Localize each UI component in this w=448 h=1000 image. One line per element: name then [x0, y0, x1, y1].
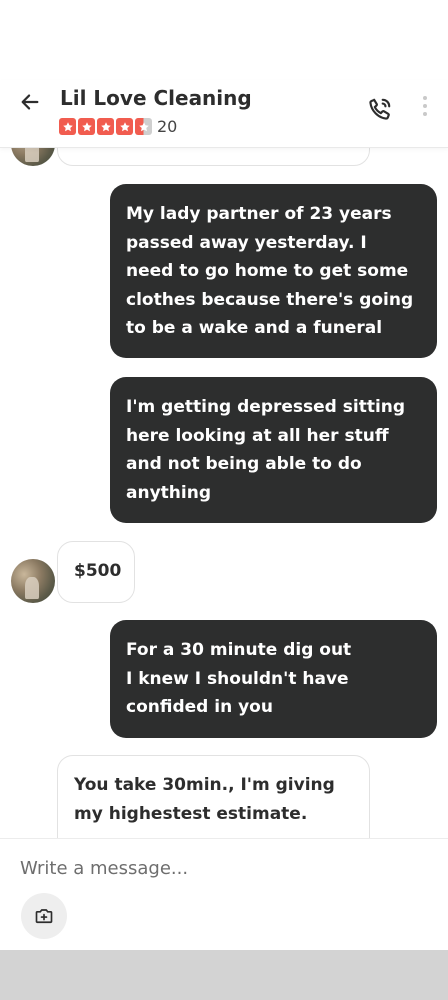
message-line: passed away yesterday. I [126, 232, 367, 253]
business-avatar[interactable] [11, 559, 55, 603]
star-icon [97, 118, 114, 135]
review-count[interactable]: 20 [157, 117, 177, 136]
more-vertical-icon [423, 96, 427, 100]
arrow-left-icon [21, 94, 39, 110]
message-composer [0, 838, 448, 950]
message-line: clothes because there's going [126, 289, 414, 310]
message-line: confided in you [126, 697, 273, 717]
incoming-message-bubble: $500 [57, 541, 135, 603]
incoming-message-bubble: You take 30min., I'm giving my highestes… [57, 755, 370, 838]
outgoing-message-bubble: I'm getting depressed sitting here looki… [110, 377, 437, 523]
back-button[interactable] [16, 88, 44, 116]
message-line: anything [126, 482, 211, 503]
chat-header: Lil Love Cleaning 20 [0, 80, 448, 148]
outgoing-message-bubble: For a 30 minute dig out I knew I shouldn… [110, 620, 437, 738]
message-line: I knew I shouldn't have [126, 668, 349, 689]
business-name[interactable]: Lil Love Cleaning [60, 86, 252, 110]
star-icon [116, 118, 133, 135]
message-line: For a 30 minute dig out [126, 640, 352, 660]
phone-call-icon [369, 98, 391, 120]
star-rating: 20 [59, 117, 177, 136]
incoming-message-bubble [57, 148, 370, 166]
business-avatar[interactable] [11, 148, 55, 166]
message-list[interactable]: My lady partner of 23 years passed away … [0, 148, 448, 838]
status-area [0, 0, 448, 80]
message-input[interactable] [20, 853, 420, 883]
call-button[interactable] [366, 95, 394, 123]
message-line: here looking at all her stuff [126, 425, 389, 446]
more-options-button[interactable] [418, 94, 432, 118]
half-star-icon [135, 118, 152, 135]
add-photo-button[interactable] [21, 893, 67, 939]
message-line: my highestest estimate. [74, 803, 308, 824]
system-navigation-bar [0, 950, 448, 1000]
message-line: I'm getting depressed sitting [126, 397, 406, 417]
message-line: and not being able to do [126, 454, 362, 474]
message-line: need to go home to get some [126, 261, 409, 281]
outgoing-message-bubble: My lady partner of 23 years passed away … [110, 184, 437, 358]
camera-plus-icon [35, 909, 53, 924]
star-icon [59, 118, 76, 135]
message-line: My lady partner of 23 years [126, 204, 392, 224]
message-line: You take 30min., I'm giving [74, 775, 335, 795]
message-line: to be a wake and a funeral [126, 318, 383, 338]
star-icon [78, 118, 95, 135]
message-line: $500 [74, 561, 122, 581]
